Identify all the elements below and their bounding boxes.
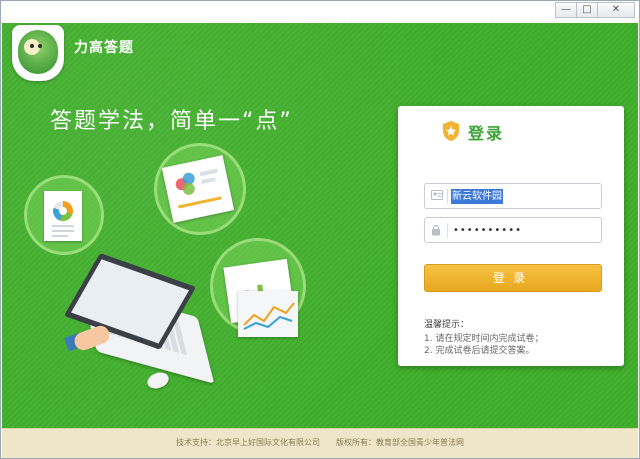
footer: 技术支持：北京早上好国际文化有限公司 版权所有：教育部全国青少年普法网 [2, 428, 638, 458]
tip-item: 2. 完成试卷后请提交答案。 [424, 346, 535, 356]
username-field[interactable]: 新云软件园 [424, 183, 602, 209]
slogan: 答题学法，简单一“点” [50, 109, 293, 134]
main-area: 力高答题 答题学法，简单一“点” 登录 新云软件园 •••••••••• 登录 … [2, 23, 638, 428]
password-field[interactable]: •••••••••• [424, 217, 602, 243]
window-controls: — □ ✕ [555, 2, 635, 18]
login-button[interactable]: 登录 [424, 264, 602, 292]
tips-title: 温馨提示： [424, 320, 470, 330]
close-button[interactable]: ✕ [597, 2, 635, 18]
id-card-icon [431, 190, 443, 202]
lock-icon [431, 224, 443, 236]
maximize-button[interactable]: □ [576, 2, 598, 18]
password-input[interactable]: •••••••••• [453, 224, 522, 238]
footer-credits: 技术支持：北京早上好国际文化有限公司 版权所有：教育部全国青少年普法网 [176, 438, 464, 447]
title-bar: — □ ✕ [1, 1, 639, 23]
report-document-icon [44, 191, 82, 241]
app-window: — □ ✕ 力高答题 答题学法，简单一“点” 登录 新云软件园 ••••••••… [0, 0, 640, 459]
field-separator [447, 189, 448, 204]
shield-icon [443, 121, 459, 141]
username-input[interactable]: 新云软件园 [451, 189, 503, 204]
frog-mascot-logo-icon [12, 25, 64, 81]
login-title: 登录 [468, 124, 505, 143]
line-chart-paper-icon [238, 291, 298, 337]
login-panel: 登录 新云软件园 •••••••••• 登录 温馨提示： 1. 请在规定时间内完… [398, 106, 624, 366]
field-separator [447, 223, 448, 238]
app-title: 力高答题 [74, 40, 134, 56]
minimize-button[interactable]: — [555, 2, 577, 18]
mouse-icon [145, 369, 171, 392]
